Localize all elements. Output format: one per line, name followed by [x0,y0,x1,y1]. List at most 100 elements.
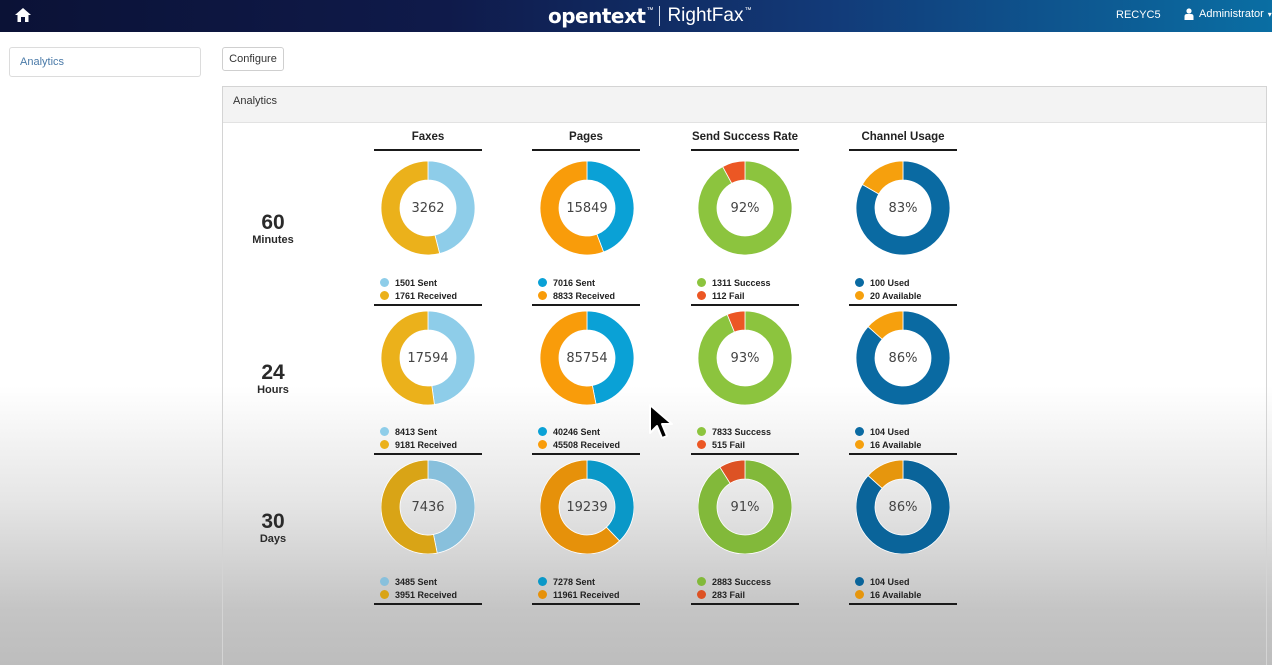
legend-dot-icon [380,590,389,599]
legend-item[interactable]: 8833 Received [538,289,640,302]
legend-faxes-24-hours: 8413 Sent 9181 Received [374,425,482,455]
donut-chart-faxes-30-days[interactable]: 7436 [381,460,475,554]
legend-item[interactable]: 104 Used [855,575,957,588]
legend-item[interactable]: 283 Fail [697,588,799,601]
legend-label: 100 Used [870,277,910,288]
legend-dot-icon [380,577,389,586]
legend-label: 20 Available [870,290,922,301]
user-menu[interactable]: Administrator ▾ [1184,8,1272,20]
legend-label: 104 Used [870,576,910,587]
legend-dot-icon [855,590,864,599]
donut-chart-pages-24-hours[interactable]: 85754 [540,311,634,405]
legend-faxes-60-minutes: 1501 Sent 1761 Received [374,276,482,306]
legend-dot-icon [538,291,547,300]
column-title-pages: Pages [532,131,640,151]
legend-dot-icon [697,291,706,300]
legend-dot-icon [380,278,389,287]
donut-center-value: 86% [888,499,918,515]
donut-chart-send-success-rate-60-minutes[interactable]: 92% [698,161,792,255]
donut-center-value: 91% [730,499,760,515]
legend-dot-icon [380,427,389,436]
sidebar-item-analytics[interactable]: Analytics [9,47,201,77]
legend-item[interactable]: 1761 Received [380,289,482,302]
legend-item[interactable]: 9181 Received [380,438,482,451]
legend-item[interactable]: 3951 Received [380,588,482,601]
legend-item[interactable]: 8413 Sent [380,425,482,438]
donut-chart-send-success-rate-24-hours[interactable]: 93% [698,311,792,405]
legend-dot-icon [697,577,706,586]
donut-chart-send-success-rate-30-days[interactable]: 91% [698,460,792,554]
row-label-number: 24 [261,361,285,384]
chevron-down-icon: ▾ [1267,9,1272,19]
legend-pages-30-days: 7278 Sent 11961 Received [532,575,640,605]
legend-dot-icon [855,577,864,586]
configure-button[interactable]: Configure [222,47,284,71]
legend-channel-usage-30-days: 104 Used 16 Available [849,575,957,605]
legend-dot-icon [855,440,864,449]
donut-chart-channel-usage-30-days[interactable]: 86% [856,460,950,554]
server-name[interactable]: RECYC5 [1116,9,1161,21]
legend-item[interactable]: 7833 Success [697,425,799,438]
legend-item[interactable]: 1311 Success [697,276,799,289]
row-label-60-minutes: 60 Minutes [223,211,323,247]
donut-chart-faxes-24-hours[interactable]: 17594 [381,311,475,405]
legend-label: 7016 Sent [553,277,596,288]
column-title-send-success-rate: Send Success Rate [691,131,799,151]
donut-chart-channel-usage-60-minutes[interactable]: 83% [856,161,950,255]
legend-item[interactable]: 100 Used [855,276,957,289]
donut-center-value: 93% [730,350,760,366]
legend-label: 515 Fail [712,439,746,450]
donut-chart-faxes-60-minutes[interactable]: 3262 [381,161,475,255]
legend-item[interactable]: 1501 Sent [380,276,482,289]
legend-item[interactable]: 11961 Received [538,588,640,601]
legend-label: 2883 Success [712,576,772,587]
legend-item[interactable]: 3485 Sent [380,575,482,588]
legend-item[interactable]: 16 Available [855,588,957,601]
legend-dot-icon [538,440,547,449]
legend-item[interactable]: 45508 Received [538,438,640,451]
legend-item[interactable]: 16 Available [855,438,957,451]
legend-item[interactable]: 40246 Sent [538,425,640,438]
legend-item[interactable]: 112 Fail [697,289,799,302]
legend-label: 11961 Received [553,589,620,600]
column-title-faxes: Faxes [374,131,482,151]
legend-item[interactable]: 104 Used [855,425,957,438]
legend-item[interactable]: 515 Fail [697,438,799,451]
legend-label: 283 Fail [712,589,746,600]
donut-center-value: 3262 [411,200,445,216]
donut-chart-channel-usage-24-hours[interactable]: 86% [856,311,950,405]
donut-center-value: 83% [888,200,918,216]
legend-dot-icon [855,427,864,436]
legend-label: 40246 Sent [553,426,601,437]
legend-channel-usage-60-minutes: 100 Used 20 Available [849,276,957,306]
legend-label: 3485 Sent [395,576,438,587]
legend-send-success-rate-60-minutes: 1311 Success 112 Fail [691,276,799,306]
brand-name: opentext [548,4,646,28]
legend-label: 16 Available [870,589,922,600]
row-label-number: 60 [261,211,285,234]
brand-logo: opentext ™ RightFax ™ [548,3,751,29]
brand-trademark: ™ [646,6,654,14]
home-icon[interactable] [14,7,32,23]
column-title-channel-usage: Channel Usage [849,131,957,151]
donut-center-value: 17594 [407,350,449,366]
legend-label: 7833 Success [712,426,772,437]
legend-dot-icon [538,427,547,436]
donut-chart-pages-30-days[interactable]: 19239 [540,460,634,554]
user-name: Administrator [1199,8,1264,20]
donut-chart-pages-60-minutes[interactable]: 15849 [540,161,634,255]
donut-center-value: 19239 [566,499,608,515]
legend-faxes-30-days: 3485 Sent 3951 Received [374,575,482,605]
legend-dot-icon [855,278,864,287]
legend-item[interactable]: 7278 Sent [538,575,640,588]
legend-dot-icon [697,427,706,436]
legend-item[interactable]: 7016 Sent [538,276,640,289]
row-label-30-days: 30 Days [223,511,323,546]
legend-label: 3951 Received [395,589,458,600]
legend-send-success-rate-24-hours: 7833 Success 515 Fail [691,425,799,455]
legend-item[interactable]: 20 Available [855,289,957,302]
legend-send-success-rate-30-days: 2883 Success 283 Fail [691,575,799,605]
donut-center-value: 85754 [566,350,608,366]
user-icon [1184,8,1194,20]
legend-item[interactable]: 2883 Success [697,575,799,588]
